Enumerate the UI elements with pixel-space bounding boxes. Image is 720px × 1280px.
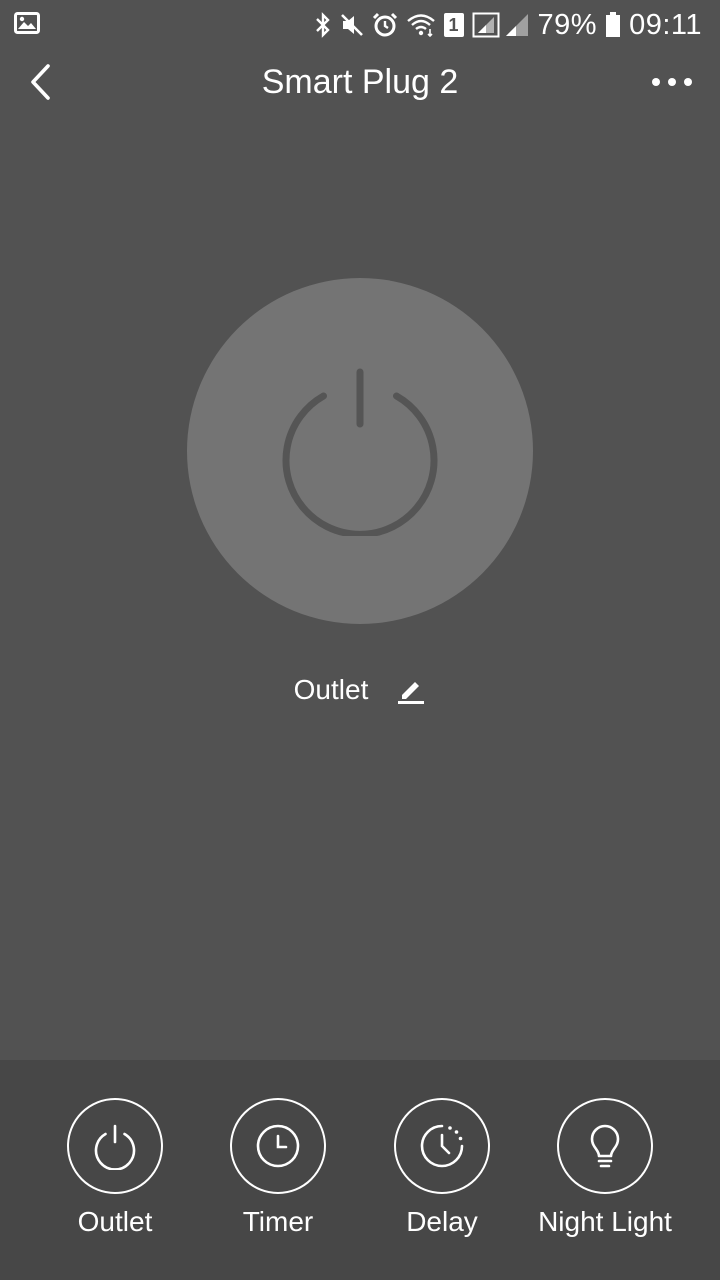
power-icon bbox=[282, 368, 438, 536]
power-icon bbox=[94, 1124, 136, 1170]
screen: 1 79% 09:11 Smart Plug 2 Outlet Outlet T… bbox=[0, 0, 720, 1280]
delay-clock-icon bbox=[420, 1124, 464, 1168]
tab-delay-circle bbox=[394, 1098, 490, 1194]
mute-icon bbox=[340, 13, 364, 37]
alarm-icon bbox=[372, 12, 398, 38]
wifi-icon bbox=[406, 13, 436, 37]
header: Smart Plug 2 bbox=[0, 50, 720, 114]
clock-icon bbox=[256, 1124, 300, 1168]
chevron-left-icon bbox=[31, 64, 50, 100]
status-bar: 1 79% 09:11 bbox=[0, 0, 720, 50]
tab-outlet[interactable]: Outlet bbox=[30, 1098, 200, 1248]
page-title: Smart Plug 2 bbox=[261, 62, 459, 101]
tab-label: Outlet bbox=[77, 1206, 153, 1237]
image-icon bbox=[14, 11, 40, 39]
tab-night-light[interactable]: Night Light bbox=[520, 1098, 690, 1248]
more-options-button[interactable] bbox=[650, 62, 694, 102]
battery-icon bbox=[605, 12, 621, 38]
outlet-name-row: Outlet bbox=[0, 668, 720, 712]
bottom-nav: Outlet Timer Delay Night Light bbox=[0, 1060, 720, 1280]
tab-delay[interactable]: Delay bbox=[357, 1098, 527, 1248]
tab-outlet-circle bbox=[67, 1098, 163, 1194]
clock-time: 09:11 bbox=[629, 8, 702, 41]
battery-percent: 79% bbox=[537, 8, 598, 41]
tab-timer-circle bbox=[230, 1098, 326, 1194]
signal-icon bbox=[472, 12, 530, 38]
tab-label: Timer bbox=[242, 1206, 314, 1237]
tab-timer[interactable]: Timer bbox=[193, 1098, 363, 1248]
tab-label: Night Light bbox=[538, 1206, 672, 1237]
outlet-name: Outlet bbox=[293, 674, 369, 705]
power-toggle-button[interactable] bbox=[187, 278, 533, 624]
back-button[interactable] bbox=[22, 62, 62, 102]
tab-night-light-circle bbox=[557, 1098, 653, 1194]
sim-badge: 1 bbox=[443, 13, 464, 37]
more-dots-icon bbox=[652, 78, 692, 86]
tab-label: Delay bbox=[406, 1206, 478, 1237]
bluetooth-icon bbox=[314, 12, 332, 38]
edit-pencil-icon[interactable] bbox=[396, 675, 426, 705]
lightbulb-icon bbox=[590, 1124, 620, 1168]
